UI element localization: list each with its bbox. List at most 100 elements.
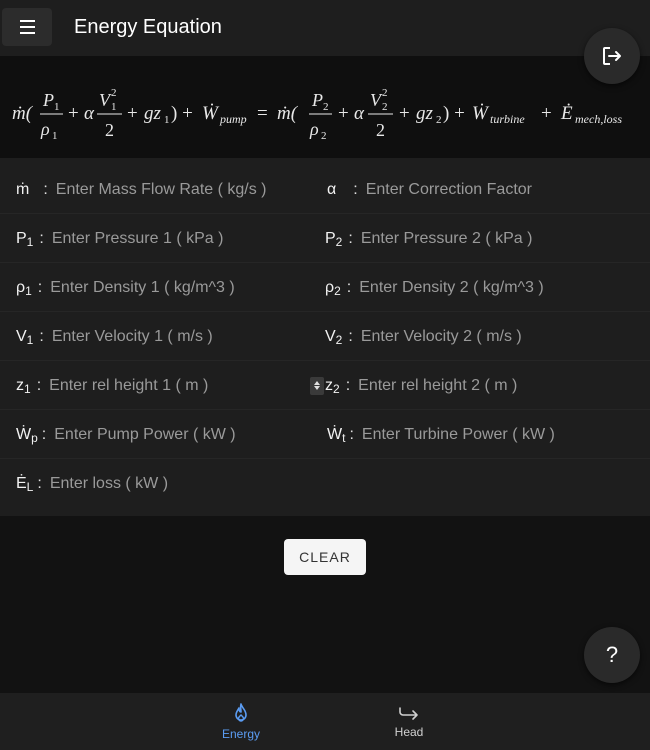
logout-button[interactable] (584, 28, 640, 84)
density-2-input[interactable] (359, 278, 600, 297)
number-spinner-icon[interactable] (310, 376, 324, 395)
svg-text:2: 2 (323, 101, 329, 113)
svg-text:P: P (42, 90, 54, 110)
pump-power-field: Ẇp : (16, 410, 316, 459)
nav-label-head: Head (394, 725, 424, 739)
correction-factor-input[interactable] (365, 180, 606, 199)
nav-item-head[interactable]: Head (359, 693, 459, 750)
energy-equation: ṁ( P 1 ρ 1 + α V 2 1 2 + gz 1 ) + Ẇ pump… (0, 56, 650, 158)
nav-item-energy[interactable]: Energy (191, 693, 291, 750)
form-row: P1 : P2 : (0, 214, 650, 263)
svg-text:2: 2 (105, 120, 114, 140)
svg-text:1: 1 (164, 114, 170, 126)
pressure-2-symbol: P2 (325, 229, 343, 249)
pressure-1-symbol: P1 (16, 229, 34, 249)
density-1-field: ρ1 : (16, 263, 316, 312)
menu-button[interactable] (2, 8, 52, 46)
pump-power-input[interactable] (54, 425, 295, 444)
turbine-power-input[interactable] (361, 425, 602, 444)
svg-text:+: + (127, 103, 138, 124)
input-form: ṁ : α : P1 : P2 : ρ1 : ρ2 : (0, 158, 650, 516)
density-1-symbol: ρ1 (16, 278, 32, 298)
svg-text:+: + (338, 103, 349, 124)
svg-text:2: 2 (321, 130, 327, 142)
svg-text:) +: ) + (443, 103, 465, 124)
page-title: Energy Equation (74, 16, 222, 38)
velocity-1-symbol: V1 (16, 327, 34, 347)
height-2-field: z2 : (310, 361, 630, 410)
mass-flow-input[interactable] (55, 180, 296, 199)
app-bar: Energy Equation (0, 0, 650, 56)
equation-formula: ṁ( P 1 ρ 1 + α V 2 1 2 + gz 1 ) + Ẇ pump… (12, 87, 622, 142)
svg-text:gz: gz (144, 103, 162, 124)
pressure-2-field: P2 : (325, 214, 645, 263)
correction-factor-field: α : (325, 165, 645, 214)
nav-label-energy: Energy (221, 727, 261, 741)
svg-text:ṁ(: ṁ( (12, 103, 34, 124)
svg-text:2: 2 (382, 101, 388, 113)
svg-text:2: 2 (376, 120, 385, 140)
velocity-2-input[interactable] (360, 327, 601, 346)
alpha-symbol: α (327, 180, 337, 198)
form-row: ĖL : (0, 459, 650, 508)
form-row: V1 : V2 : (0, 312, 650, 361)
height-1-field: z1 : (16, 361, 316, 410)
svg-text:+: + (399, 103, 410, 124)
svg-text:2: 2 (382, 87, 388, 99)
mass-flow-symbol: ṁ (16, 180, 30, 198)
hamburger-menu-icon (19, 18, 35, 36)
svg-text:α: α (354, 103, 365, 124)
pressure-1-input[interactable] (51, 229, 292, 248)
height-2-input[interactable] (358, 376, 599, 395)
logout-icon (603, 47, 621, 65)
height-1-input[interactable] (49, 376, 290, 395)
density-1-input[interactable] (50, 278, 291, 297)
svg-text:gz: gz (416, 103, 434, 124)
svg-text:mech,loss: mech,loss (575, 112, 622, 126)
svg-text:Ẇ: Ẇ (202, 102, 220, 124)
svg-text:P: P (311, 90, 323, 110)
svg-text:2: 2 (436, 114, 442, 126)
help-icon: ? (605, 642, 619, 667)
velocity-2-field: V2 : (325, 312, 645, 361)
svg-text:ρ: ρ (40, 119, 50, 139)
help-button[interactable]: ? (584, 627, 640, 683)
height-2-symbol: z2 (325, 376, 340, 396)
form-row: Ẇp : Ẇt : (0, 410, 650, 459)
turbine-power-field: Ẇt : (327, 410, 647, 459)
pump-power-symbol: Ẇp (16, 425, 38, 445)
pressure-2-input[interactable] (360, 229, 601, 248)
velocity-1-field: V1 : (16, 312, 316, 361)
svg-text:Ẇ: Ẇ (472, 102, 490, 124)
svg-text:turbine: turbine (490, 112, 525, 126)
svg-text:+: + (541, 103, 552, 124)
svg-text:=: = (257, 103, 268, 124)
svg-text:ρ: ρ (309, 119, 319, 139)
loss-symbol: ĖL (16, 474, 34, 494)
svg-text:2: 2 (111, 87, 117, 99)
loss-field: ĖL : (16, 459, 316, 508)
loss-input[interactable] (49, 474, 290, 493)
mass-flow-field: ṁ : (16, 165, 316, 214)
redo-arrow-icon (399, 707, 418, 720)
density-2-symbol: ρ2 (325, 278, 341, 298)
svg-text:) +: ) + (171, 103, 193, 124)
pressure-1-field: P1 : (16, 214, 316, 263)
flame-icon (235, 703, 247, 722)
svg-text:+: + (68, 103, 79, 124)
svg-text:1: 1 (54, 101, 60, 113)
svg-text:1: 1 (52, 130, 58, 142)
form-row: z1 : z2 : (0, 361, 650, 410)
density-2-field: ρ2 : (325, 263, 645, 312)
form-row: ṁ : α : (0, 165, 650, 214)
svg-text:Ė: Ė (560, 103, 573, 124)
bottom-navigation: Energy Head (0, 693, 650, 750)
svg-text:1: 1 (111, 101, 117, 113)
turbine-power-symbol: Ẇt (327, 425, 346, 445)
velocity-1-input[interactable] (51, 327, 292, 346)
svg-text:pump: pump (219, 112, 247, 126)
clear-button[interactable]: CLEAR (284, 539, 366, 575)
svg-text:ṁ(: ṁ( (277, 103, 299, 124)
svg-text:α: α (84, 103, 95, 124)
velocity-2-symbol: V2 (325, 327, 343, 347)
